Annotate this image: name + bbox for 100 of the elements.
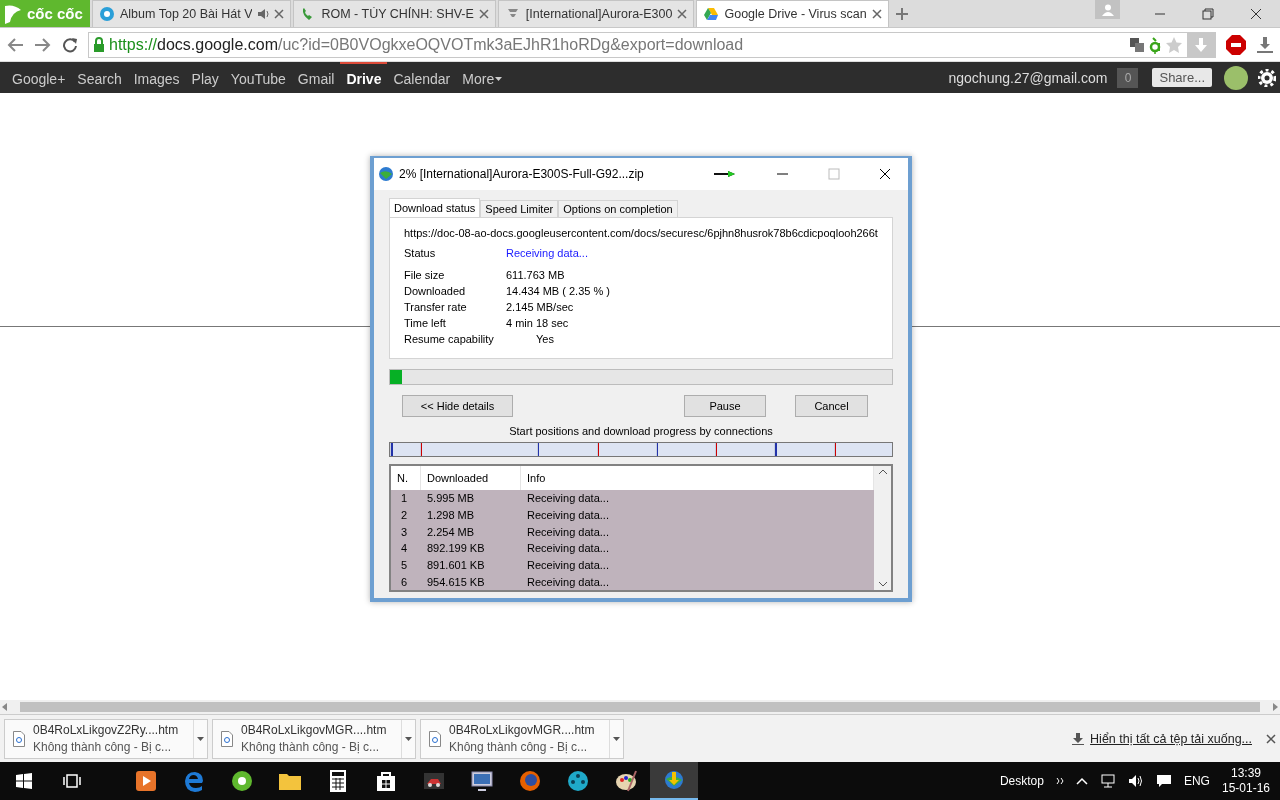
fox-globe-icon: [518, 769, 542, 793]
avatar[interactable]: [1224, 65, 1248, 90]
cancel-button[interactable]: Cancel: [795, 395, 868, 417]
browser-logo: cốc cốc: [27, 5, 83, 22]
connections-caption: Start positions and download progress by connections: [508, 425, 774, 439]
caret-icon[interactable]: [197, 736, 204, 741]
reload-icon[interactable]: [62, 36, 78, 53]
column-header[interactable]: N.: [391, 466, 421, 490]
scroll-left-icon[interactable]: [2, 703, 8, 711]
browser-tab[interactable]: ROM - TÙY CHỈNH: SHV-E: [293, 0, 496, 27]
share-button[interactable]: Share...: [1152, 68, 1212, 87]
address-bar[interactable]: https://docs.google.com/uc?id=0B0VOgkxeOQVOTmk3aEJhR1hoRDg&export=download: [88, 31, 1216, 58]
play-icon: [134, 769, 158, 793]
table-cell-text: 1: [400, 492, 409, 505]
windows-logo-icon[interactable]: [16, 773, 32, 789]
accent-a-icon[interactable]: [1149, 35, 1161, 54]
table-cell-text: Receiving data...: [526, 575, 610, 588]
table-cell-text: 6: [400, 575, 409, 588]
table-cell-text: 5: [400, 559, 409, 571]
file-name: 0B4RoLxLikgovMGR....htm: [241, 723, 388, 737]
field-value: Yes: [536, 333, 554, 345]
download-icon: [1072, 732, 1085, 745]
dialog-tab[interactable]: Options on completion: [558, 200, 678, 217]
circle-logo-icon: [99, 6, 115, 22]
hide-details-button[interactable]: << Hide details: [402, 395, 513, 417]
padlock-icon: [93, 36, 105, 53]
nav-link[interactable]: More: [456, 62, 510, 93]
scrollbar-thumb[interactable]: [20, 702, 1260, 712]
translate-icon[interactable]: [1129, 36, 1145, 53]
desktop-toolbar[interactable]: Desktop: [999, 774, 1044, 788]
task-view-icon[interactable]: [63, 774, 81, 788]
file-name: 0B4RoLxLikgovMGR....htm: [449, 723, 596, 737]
download-status: Không thành công - Bị c...: [241, 740, 381, 754]
clock-time[interactable]: 13:39: [1230, 766, 1261, 781]
taskbar-app[interactable]: [650, 762, 698, 800]
field-value: 611.763 MB: [506, 269, 565, 281]
field-value: 14.434 MB ( 2.35 % ): [506, 285, 610, 297]
scroll-right-icon[interactable]: [1272, 703, 1278, 711]
back-arrow-icon[interactable]: [6, 36, 24, 53]
settings-icon[interactable]: [1258, 68, 1276, 87]
nav-link[interactable]: Calendar: [387, 62, 457, 93]
pause-button[interactable]: Pause: [684, 395, 766, 417]
show-all-downloads-link[interactable]: Hiển thị tất cả tệp tải xuống...: [1072, 731, 1252, 746]
restore-icon[interactable]: [1202, 7, 1214, 20]
browser-tab[interactable]: Album Top 20 Bài Hát V: [92, 0, 292, 27]
browser-tab[interactable]: Google Drive - Virus scan: [696, 0, 889, 27]
dialog-title: 2% [International]Aurora-E300S-Full-G92...zip: [399, 167, 645, 181]
table-cell-text: 954.615 KB: [426, 575, 486, 588]
download-item[interactable]: 0B4RoLxLikgovZ2Ry....htm Không thành công - Bị c...: [4, 718, 208, 759]
network-icon[interactable]: [1099, 774, 1116, 788]
caret-up-icon[interactable]: [1075, 777, 1088, 785]
table-cell-text: 2.254 MB: [426, 525, 476, 538]
field-label: Transfer rate: [404, 301, 468, 313]
scroll-down-icon[interactable]: [877, 581, 888, 588]
message-icon[interactable]: [1155, 774, 1172, 788]
nav-link[interactable]: Play: [185, 62, 225, 93]
scroll-up-icon[interactable]: [877, 468, 888, 475]
field-value: 2.145 MB/sec: [506, 301, 574, 313]
status-value: Receiving data...: [506, 247, 588, 259]
nav-link[interactable]: Search: [71, 62, 128, 93]
person-icon: [1101, 3, 1114, 16]
forward-arrow-icon[interactable]: [34, 36, 52, 53]
download-icon[interactable]: [1256, 35, 1274, 54]
caret-icon[interactable]: [613, 736, 620, 741]
leaf-logo-icon: [230, 769, 254, 793]
triangle-logo-icon: [703, 6, 720, 22]
film-reel-icon: [566, 769, 590, 793]
table-cell-text: 891.601 KB: [426, 559, 486, 571]
download-status: Không thành công - Bị c...: [449, 740, 589, 754]
table-cell-text: Receiving data...: [526, 525, 610, 538]
dialog-tab[interactable]: Speed Limiter: [480, 200, 559, 217]
nav-link[interactable]: YouTube: [224, 62, 292, 93]
field-label: Resume capability: [404, 333, 495, 345]
field-label: Time left: [404, 317, 447, 329]
table-cell-text: 892.199 KB: [426, 542, 486, 555]
chevron-icon[interactable]: [1055, 777, 1064, 785]
close-icon[interactable]: [879, 168, 891, 180]
nav-link[interactable]: Gmail: [291, 62, 341, 93]
stop-sign-icon[interactable]: [1226, 34, 1246, 55]
table-cell-text: 3: [400, 525, 409, 538]
column-header[interactable]: Downloaded: [421, 466, 521, 490]
star-icon[interactable]: [1165, 35, 1183, 54]
download-item[interactable]: 0B4RoLxLikgovMGR....htm Không thành công - Bị c...: [420, 718, 624, 759]
close-icon[interactable]: [1266, 733, 1276, 744]
browser-tab[interactable]: [International]Aurora-E300: [497, 0, 695, 27]
download-item[interactable]: 0B4RoLxLikgovMGR....htm Không thành công - Bị c...: [212, 718, 416, 759]
clock-date[interactable]: 15-01-16: [1221, 781, 1270, 796]
nav-link[interactable]: Images: [127, 62, 186, 93]
caret-icon[interactable]: [405, 736, 412, 741]
close-icon[interactable]: [1250, 7, 1262, 20]
table-cell-text: 2: [400, 509, 409, 521]
file-icon: [13, 730, 25, 747]
file-icon: [429, 730, 441, 747]
nav-link[interactable]: Google+: [6, 62, 72, 93]
language-indicator[interactable]: ENG: [1183, 774, 1210, 788]
field-label: File size: [404, 269, 446, 281]
account-email[interactable]: ngochung.27@gmail.com: [948, 69, 1108, 86]
dialog-tab[interactable]: Download status: [389, 198, 481, 217]
table-cell-text: Receiving data...: [526, 492, 610, 505]
volume-icon[interactable]: [1127, 774, 1144, 788]
